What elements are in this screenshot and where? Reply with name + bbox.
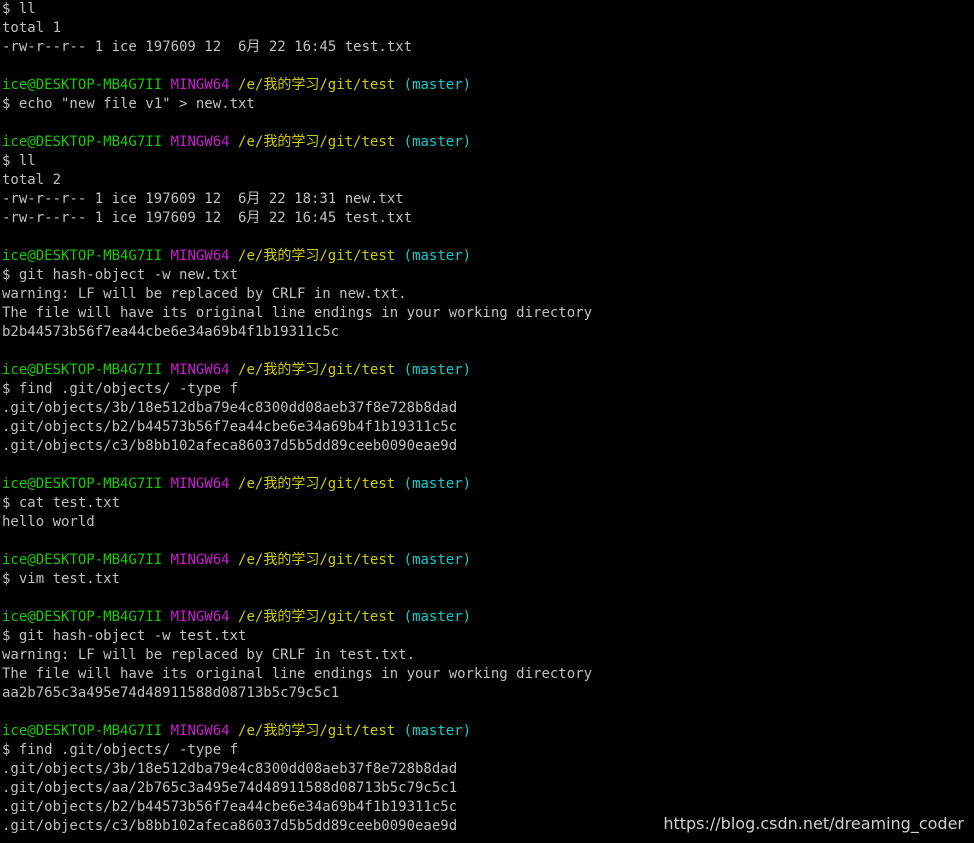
prompt-path: /e/我的学习/git/test	[238, 362, 396, 378]
prompt-host: MINGW64	[170, 609, 230, 625]
output-line: -rw-r--r-- 1 ice 197609 12 6月 22 16:45 t…	[2, 39, 413, 55]
output-line: total 2	[2, 172, 62, 188]
prompt-host: MINGW64	[170, 723, 230, 739]
command-line: $ find .git/objects/ -type f	[2, 381, 239, 397]
prompt-path: /e/我的学习/git/test	[238, 248, 396, 264]
command-line: $ ll	[2, 1, 36, 17]
prompt-branch: (master)	[403, 77, 472, 93]
prompt-path: /e/我的学习/git/test	[238, 134, 396, 150]
command-line: $ ll	[2, 153, 36, 169]
prompt-branch: (master)	[403, 134, 472, 150]
prompt-branch: (master)	[403, 362, 472, 378]
prompt-path: /e/我的学习/git/test	[238, 476, 396, 492]
terminal-window[interactable]: $ ll total 1 -rw-r--r-- 1 ice 197609 12 6月…	[2, 0, 974, 843]
prompt-line: ice@DESKTOP-MB4G7II MINGW64 /e/我的学习/git/…	[2, 76, 974, 95]
prompt-path: /e/我的学习/git/test	[238, 609, 396, 625]
prompt-user: ice@DESKTOP-MB4G7II	[2, 134, 163, 150]
prompt-branch: (master)	[403, 476, 472, 492]
prompt-path: /e/我的学习/git/test	[238, 77, 396, 93]
prompt-user: ice@DESKTOP-MB4G7II	[2, 248, 163, 264]
prompt-line: ice@DESKTOP-MB4G7II MINGW64 /e/我的学习/git/…	[2, 361, 974, 380]
prompt-user: ice@DESKTOP-MB4G7II	[2, 362, 163, 378]
prompt-host: MINGW64	[170, 476, 230, 492]
command-line: $ echo "new file v1" > new.txt	[2, 96, 255, 112]
prompt-user: ice@DESKTOP-MB4G7II	[2, 552, 163, 568]
prompt-host: MINGW64	[170, 134, 230, 150]
prompt-host: MINGW64	[170, 552, 230, 568]
prompt-line: ice@DESKTOP-MB4G7II MINGW64 /e/我的学习/git/…	[2, 133, 974, 152]
command-line: $ find .git/objects/ -type f	[2, 742, 239, 758]
prompt-branch: (master)	[403, 609, 472, 625]
prompt-line: ice@DESKTOP-MB4G7II MINGW64 /e/我的学习/git/…	[2, 608, 974, 627]
output-line: hello world	[2, 514, 95, 530]
output-line: .git/objects/3b/18e512dba79e4c8300dd08ae…	[2, 761, 458, 777]
prompt-line: ice@DESKTOP-MB4G7II MINGW64 /e/我的学习/git/…	[2, 551, 974, 570]
prompt-user: ice@DESKTOP-MB4G7II	[2, 476, 163, 492]
output-line: total 1	[2, 20, 62, 36]
prompt-user: ice@DESKTOP-MB4G7II	[2, 609, 163, 625]
command-line: $ git hash-object -w new.txt	[2, 267, 239, 283]
prompt-branch: (master)	[403, 723, 472, 739]
prompt-branch: (master)	[403, 552, 472, 568]
output-line: -rw-r--r-- 1 ice 197609 12 6月 22 16:45 t…	[2, 210, 413, 226]
output-line: warning: LF will be replaced by CRLF in …	[2, 647, 416, 663]
command-line: $ vim test.txt	[2, 571, 121, 587]
output-line: b2b44573b56f7ea44cbe6e34a69b4f1b19311c5c	[2, 324, 340, 340]
watermark-text: https://blog.csdn.net/dreaming_coder	[663, 814, 964, 833]
prompt-user: ice@DESKTOP-MB4G7II	[2, 723, 163, 739]
prompt-host: MINGW64	[170, 362, 230, 378]
prompt-host: MINGW64	[170, 248, 230, 264]
prompt-user: ice@DESKTOP-MB4G7II	[2, 77, 163, 93]
output-line: The file will have its original line end…	[2, 666, 593, 682]
prompt-path: /e/我的学习/git/test	[238, 552, 396, 568]
prompt-line: ice@DESKTOP-MB4G7II MINGW64 /e/我的学习/git/…	[2, 722, 974, 741]
prompt-line: ice@DESKTOP-MB4G7II MINGW64 /e/我的学习/git/…	[2, 475, 974, 494]
output-line: The file will have its original line end…	[2, 305, 593, 321]
output-line: aa2b765c3a495e74d48911588d08713b5c79c5c1	[2, 685, 340, 701]
prompt-line: ice@DESKTOP-MB4G7II MINGW64 /e/我的学习/git/…	[2, 247, 974, 266]
command-line: $ git hash-object -w test.txt	[2, 628, 247, 644]
prompt-path: /e/我的学习/git/test	[238, 723, 396, 739]
output-line: warning: LF will be replaced by CRLF in …	[2, 286, 407, 302]
prompt-branch: (master)	[403, 248, 472, 264]
output-line: .git/objects/3b/18e512dba79e4c8300dd08ae…	[2, 400, 458, 416]
output-line: -rw-r--r-- 1 ice 197609 12 6月 22 18:31 n…	[2, 191, 404, 207]
prompt-host: MINGW64	[170, 77, 230, 93]
output-line: .git/objects/c3/b8bb102afeca86037d5b5dd8…	[2, 438, 458, 454]
output-line: .git/objects/aa/2b765c3a495e74d48911588d…	[2, 780, 458, 796]
output-line: .git/objects/b2/b44573b56f7ea44cbe6e34a6…	[2, 419, 458, 435]
command-line: $ cat test.txt	[2, 495, 121, 511]
